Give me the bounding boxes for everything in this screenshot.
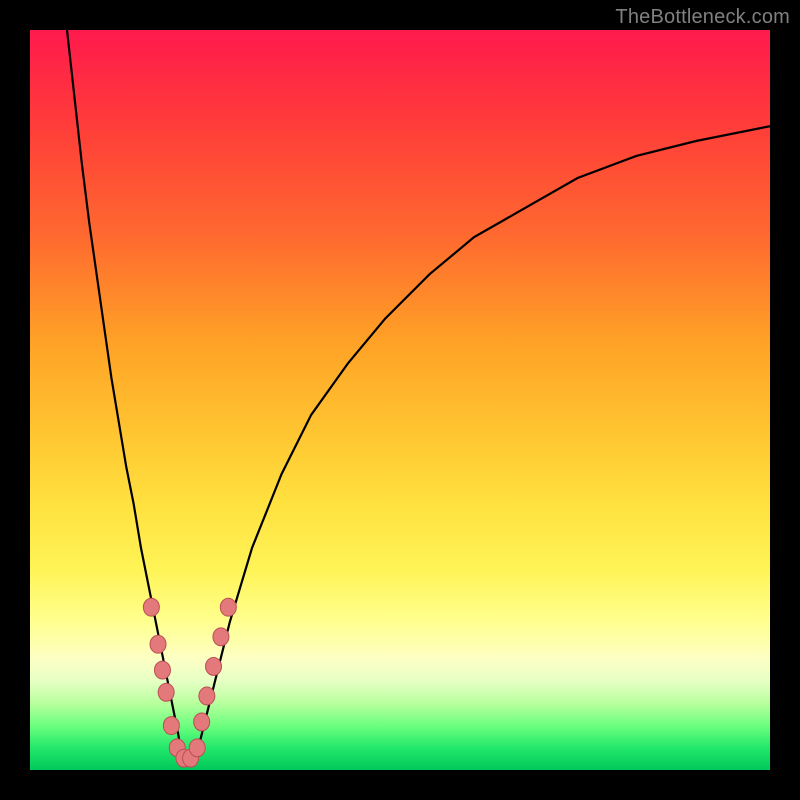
data-marker [194, 713, 210, 731]
data-marker [150, 635, 166, 653]
data-marker [213, 628, 229, 646]
data-marker [163, 717, 179, 735]
watermark-text: TheBottleneck.com [615, 6, 790, 29]
data-marker [154, 661, 170, 679]
plot-area [30, 30, 770, 770]
data-marker [199, 687, 215, 705]
data-marker [189, 739, 205, 757]
data-marker [158, 683, 174, 701]
marker-layer [143, 598, 236, 767]
chart-overlay [30, 30, 770, 770]
data-marker [143, 598, 159, 616]
data-marker [220, 598, 236, 616]
curve-right-branch [193, 126, 770, 755]
chart-stage: TheBottleneck.com [0, 0, 800, 800]
data-marker [206, 657, 222, 675]
